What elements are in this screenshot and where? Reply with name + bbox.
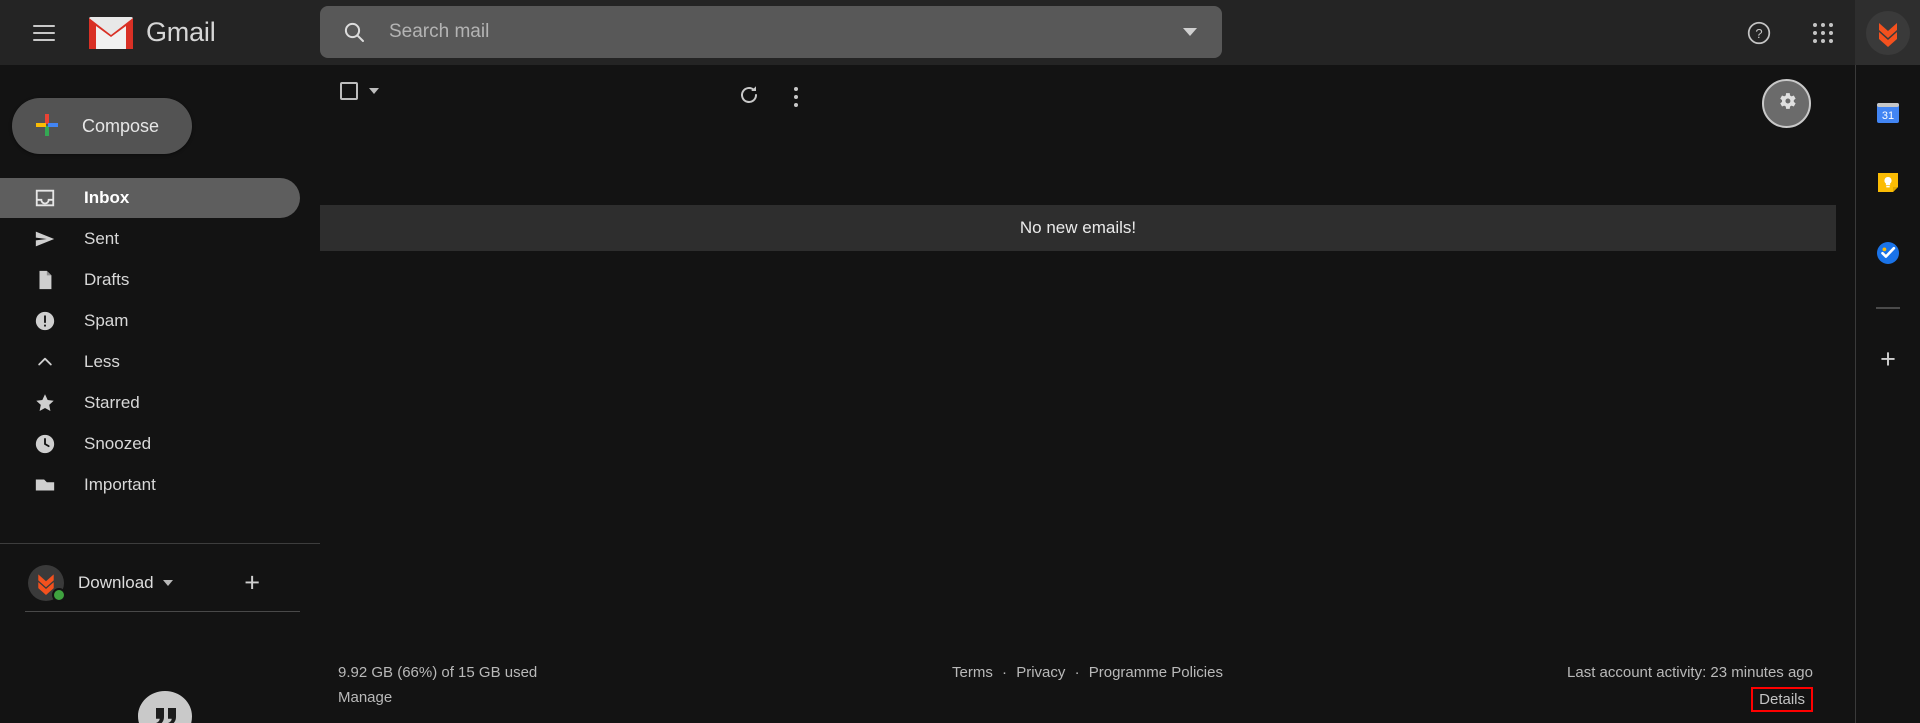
search-options-chevron-down-icon[interactable] <box>1166 8 1214 56</box>
send-icon <box>33 227 57 251</box>
privacy-link[interactable]: Privacy <box>1016 664 1065 681</box>
calendar-day-number: 31 <box>1882 110 1894 122</box>
refresh-icon <box>737 83 761 112</box>
sidebar-item-starred[interactable]: Starred <box>0 383 300 423</box>
hangouts-chat-bubble-icon[interactable] <box>128 685 202 723</box>
gmail-app-window: Gmail ? <box>0 0 1920 723</box>
chat-chevron-down-icon[interactable] <box>162 580 173 586</box>
sidebar-item-label: Starred <box>84 393 140 412</box>
chat-avatar[interactable] <box>28 565 66 602</box>
avatar[interactable] <box>1855 0 1920 65</box>
google-tasks-icon[interactable] <box>1868 233 1908 273</box>
plus-multicolor-icon <box>34 112 60 141</box>
legal-separator: · <box>1002 664 1008 681</box>
chevron-up-icon <box>33 350 57 374</box>
mail-toolbar <box>320 65 1855 130</box>
sidebar-item-label: Drafts <box>84 270 130 289</box>
side-panel-rail: 31 + <box>1855 65 1920 723</box>
empty-inbox-banner: No new emails! <box>320 205 1836 251</box>
compose-button[interactable]: Compose <box>12 98 192 154</box>
document-icon <box>33 268 57 292</box>
settings-button[interactable] <box>1762 79 1811 128</box>
sidebar-item-less[interactable]: Less <box>0 342 300 382</box>
star-icon <box>33 391 57 415</box>
hamburger-menu-icon[interactable] <box>20 9 68 57</box>
gear-icon <box>1776 90 1798 117</box>
last-activity-text: Last account activity: 23 minutes ago <box>1567 664 1813 681</box>
sidebar: Compose Inbox Sent Drafts Spam Less Star… <box>0 65 320 723</box>
chat-plus-icon[interactable]: + <box>244 569 260 597</box>
chat-underline <box>25 611 300 612</box>
chat-account-name[interactable]: Download <box>78 573 154 593</box>
search-input[interactable] <box>389 21 1166 43</box>
more-vertical-icon <box>794 87 798 107</box>
search-bar[interactable] <box>320 6 1222 58</box>
select-all-chevron-down-icon[interactable] <box>369 88 379 94</box>
sidebar-item-label: Inbox <box>84 188 130 207</box>
compose-label: Compose <box>82 115 160 136</box>
account-activity: Last account activity: 23 minutes ago De… <box>1567 664 1813 712</box>
clock-icon <box>33 432 57 456</box>
sidebar-item-inbox[interactable]: Inbox <box>0 178 300 218</box>
sidebar-item-label: Spam <box>84 311 129 330</box>
sidebar-item-snoozed[interactable]: Snoozed <box>0 424 300 464</box>
help-circle-icon[interactable]: ? <box>1735 9 1783 57</box>
user-avatar-icon <box>1865 10 1910 55</box>
presence-online-dot <box>52 588 66 602</box>
brand: Gmail <box>88 15 216 51</box>
select-all-checkbox[interactable] <box>340 82 379 100</box>
inbox-icon <box>33 186 57 210</box>
svg-text:?: ? <box>1755 25 1762 40</box>
rail-divider <box>1876 307 1900 309</box>
more-options-button[interactable] <box>772 73 820 121</box>
sidebar-item-drafts[interactable]: Drafts <box>0 260 300 300</box>
sidebar-item-important[interactable]: Important <box>0 465 300 505</box>
apps-grid-icon[interactable] <box>1799 9 1847 57</box>
sidebar-item-label: Less <box>84 352 120 371</box>
google-keep-icon[interactable] <box>1868 163 1908 203</box>
sidebar-divider <box>0 543 320 544</box>
refresh-button[interactable] <box>725 73 773 121</box>
manage-storage-link[interactable]: Manage <box>338 689 392 706</box>
sidebar-item-spam[interactable]: Spam <box>0 301 300 341</box>
search-icon <box>342 20 366 44</box>
add-side-panel-plus-icon[interactable]: + <box>1868 339 1908 379</box>
programme-policies-link[interactable]: Programme Policies <box>1089 664 1223 681</box>
sidebar-item-sent[interactable]: Sent <box>0 219 300 259</box>
header-actions: ? <box>1727 0 1920 65</box>
legal-separator: · <box>1074 664 1080 681</box>
sidebar-item-label: Important <box>84 475 156 494</box>
sidebar-item-label: Sent <box>84 229 119 248</box>
details-button[interactable]: Details <box>1751 687 1813 712</box>
terms-link[interactable]: Terms <box>952 664 993 681</box>
google-calendar-icon[interactable]: 31 <box>1868 93 1908 133</box>
empty-inbox-message: No new emails! <box>1019 218 1137 237</box>
brand-name: Gmail <box>146 17 216 47</box>
label-icon <box>33 473 57 497</box>
sidebar-item-label: Snoozed <box>84 434 152 453</box>
sidebar-nav-list: Inbox Sent Drafts Spam Less Starred Snoo… <box>0 178 320 533</box>
chat-account-row: Download + <box>0 555 320 611</box>
footer: 9.92 GB (66%) of 15 GB used Manage Terms… <box>320 623 1855 723</box>
app-header: Gmail ? <box>0 0 1920 65</box>
checkbox-icon <box>340 82 358 100</box>
alert-icon <box>33 309 57 333</box>
gmail-logo-icon <box>88 15 134 51</box>
